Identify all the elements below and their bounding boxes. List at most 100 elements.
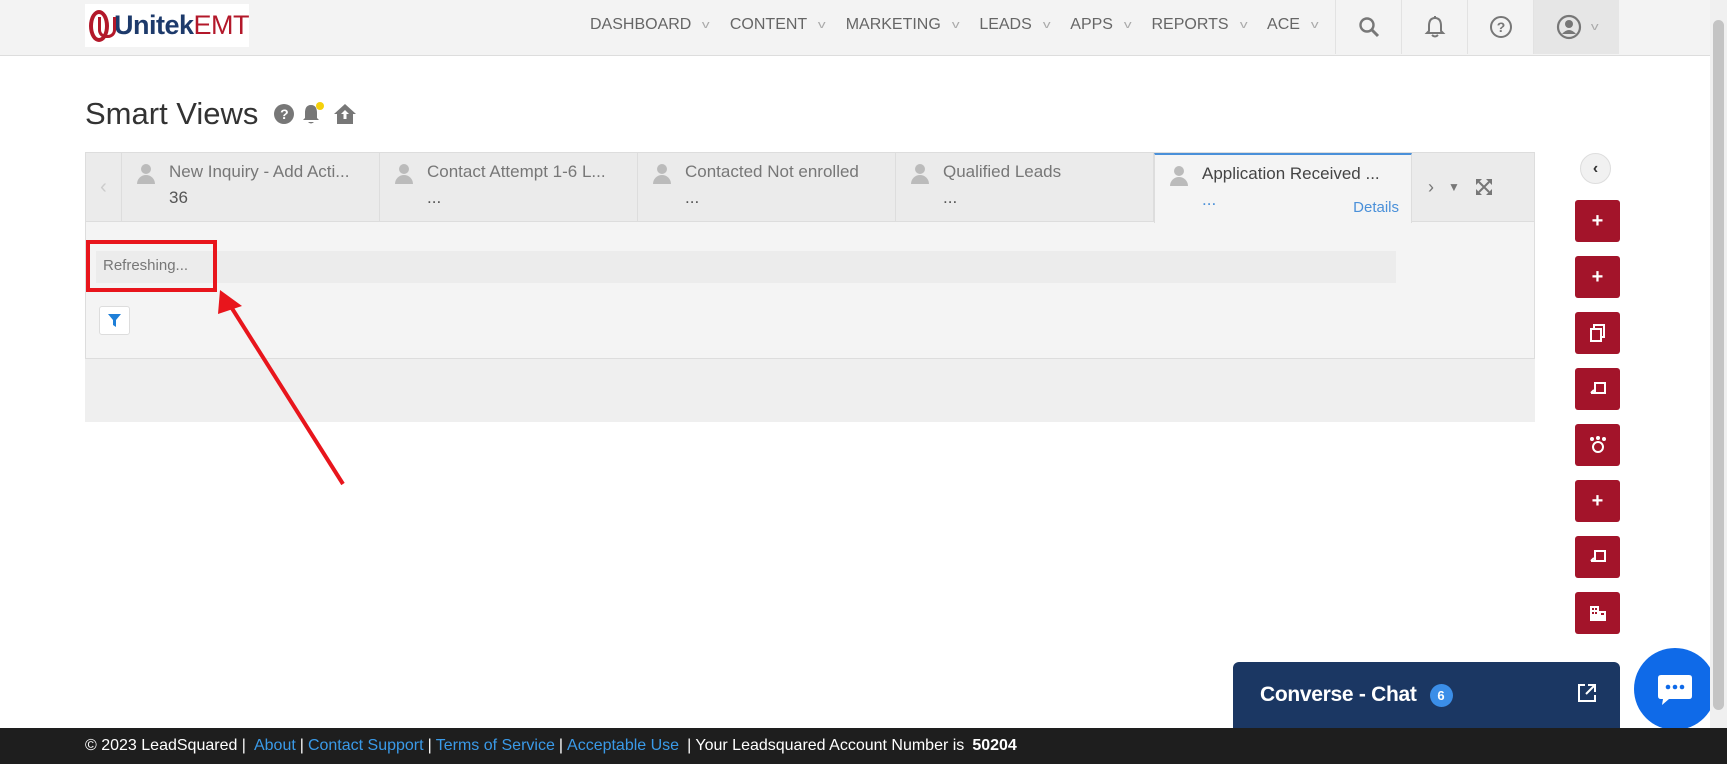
search-button[interactable]: [1335, 0, 1401, 54]
bell-alert-icon[interactable]: [300, 101, 326, 127]
nav-apps[interactable]: APPS v: [1070, 16, 1132, 34]
tab-count: ...: [427, 188, 442, 207]
nav-reports[interactable]: REPORTS v: [1151, 16, 1248, 34]
caret-down-icon[interactable]: ▼: [1448, 180, 1460, 194]
move-icon: [1589, 382, 1606, 394]
tab-count: ...: [943, 188, 958, 207]
tabs-prev-button[interactable]: ‹: [86, 153, 122, 221]
header-icon-group: ? v: [1335, 0, 1619, 54]
rail-collapse-button[interactable]: ‹: [1580, 153, 1611, 184]
external-link-icon[interactable]: [1576, 682, 1598, 704]
profile-menu-button[interactable]: v: [1533, 0, 1619, 54]
page-title-text: Smart Views: [85, 96, 259, 131]
transfer-icon: [1589, 550, 1606, 562]
nav-ace[interactable]: ACE v: [1267, 16, 1319, 34]
about-link[interactable]: About: [254, 737, 296, 755]
chevron-down-icon: v: [1123, 19, 1132, 31]
logo-brand: Unitek: [113, 10, 194, 40]
chevron-down-icon: v: [1042, 19, 1051, 31]
svg-text:?: ?: [1496, 19, 1505, 35]
tab-details-link[interactable]: Details: [1353, 199, 1399, 216]
logo-mark-icon: [89, 9, 116, 42]
add-lead-button[interactable]: +: [1575, 200, 1620, 242]
page-footer: © 2023 LeadSquared | About | Contact Sup…: [0, 728, 1727, 764]
chevron-down-icon: v: [702, 19, 710, 31]
plus-icon: +: [1591, 265, 1604, 288]
tab-contacted-not-enrolled[interactable]: Contacted Not enrolled ...: [638, 153, 896, 221]
title-icon-group: ?: [274, 101, 358, 127]
nav-content[interactable]: CONTENT v: [729, 16, 826, 34]
tab-name: Contact Attempt 1-6 L...: [427, 162, 606, 181]
contact-support-link[interactable]: Contact Support: [308, 737, 424, 755]
share-icon: [1589, 436, 1606, 453]
tab-qualified-leads[interactable]: Qualified Leads ...: [896, 153, 1154, 221]
nav-label: DASHBOARD: [590, 16, 692, 33]
chevron-down-icon: v: [1239, 19, 1248, 31]
tab-name: New Inquiry - Add Acti...: [169, 162, 350, 181]
move-button[interactable]: [1575, 368, 1620, 410]
copy-button[interactable]: [1575, 312, 1620, 354]
transfer-button[interactable]: [1575, 536, 1620, 578]
chevron-down-icon: v: [818, 19, 826, 31]
profile-icon: [1556, 14, 1581, 40]
page-scrollbar[interactable]: [1710, 0, 1727, 728]
nav-label: CONTENT: [729, 16, 808, 33]
account-number: 50204: [972, 737, 1017, 754]
building-icon: [1589, 606, 1606, 621]
copyright: © 2023 LeadSquared |: [85, 737, 246, 754]
nav-label: ACE: [1267, 16, 1300, 33]
nav-marketing[interactable]: MARKETING v: [845, 16, 960, 34]
filter-icon: [108, 314, 121, 327]
nav-leads[interactable]: LEADS v: [979, 16, 1051, 34]
account-prefix: | Your Leadsquared Account Number is: [687, 737, 965, 754]
search-icon: [1358, 17, 1379, 38]
tab-application-received[interactable]: Application Received ... ... Details: [1154, 153, 1412, 223]
tab-name: Qualified Leads: [943, 162, 1062, 181]
add-activity-button[interactable]: +: [1575, 256, 1620, 298]
person-icon: [652, 162, 672, 186]
nav-label: LEADS: [979, 16, 1032, 33]
plus-icon: +: [1591, 209, 1604, 232]
tab-count: 36: [169, 188, 188, 207]
terms-link[interactable]: Terms of Service: [436, 737, 555, 755]
chat-title: Converse - Chat: [1260, 683, 1417, 706]
chat-icon: [1658, 675, 1692, 705]
chevron-down-icon: v: [951, 19, 960, 31]
help-icon[interactable]: ?: [274, 104, 295, 124]
chat-launcher-button[interactable]: [1634, 648, 1716, 730]
person-icon: [394, 162, 414, 186]
scrollbar-thumb[interactable]: [1713, 20, 1724, 710]
help-icon: ?: [1489, 16, 1512, 38]
chevron-down-icon: v: [1590, 21, 1599, 33]
nav-label: REPORTS: [1151, 16, 1229, 33]
notifications-button[interactable]: [1401, 0, 1467, 54]
chat-widget[interactable]: Converse - Chat 6: [1233, 662, 1620, 728]
person-icon: [136, 162, 156, 186]
action-rail: + + +: [1575, 200, 1620, 648]
building-button[interactable]: [1575, 592, 1620, 634]
add-task-button[interactable]: +: [1575, 480, 1620, 522]
separator: |: [299, 737, 304, 754]
plus-icon: +: [1591, 489, 1604, 512]
separator: |: [427, 737, 432, 754]
help-button[interactable]: ?: [1467, 0, 1533, 54]
tab-contact-attempt[interactable]: Contact Attempt 1-6 L... ...: [380, 153, 638, 221]
nav-dashboard[interactable]: DASHBOARD v: [590, 16, 710, 34]
chevron-right-icon[interactable]: ›: [1428, 177, 1434, 198]
nav-label: MARKETING: [845, 16, 941, 33]
tab-new-inquiry[interactable]: New Inquiry - Add Acti... 36: [122, 153, 380, 221]
person-icon: [910, 162, 930, 186]
acceptable-use-link[interactable]: Acceptable Use: [567, 737, 679, 755]
logo[interactable]: Unitek EMT: [85, 4, 249, 47]
share-button[interactable]: [1575, 424, 1620, 466]
filter-button[interactable]: [99, 306, 130, 335]
page-title: Smart Views ?: [85, 96, 358, 132]
person-icon: [1169, 164, 1189, 188]
copy-icon: [1589, 324, 1605, 342]
annotation-arrow: [218, 290, 345, 486]
highlight-box: [86, 240, 217, 292]
expand-icon[interactable]: [1474, 177, 1494, 197]
home-icon[interactable]: [332, 102, 358, 126]
refresh-bar: [96, 251, 1396, 283]
logo-suffix: EMT: [193, 10, 250, 40]
